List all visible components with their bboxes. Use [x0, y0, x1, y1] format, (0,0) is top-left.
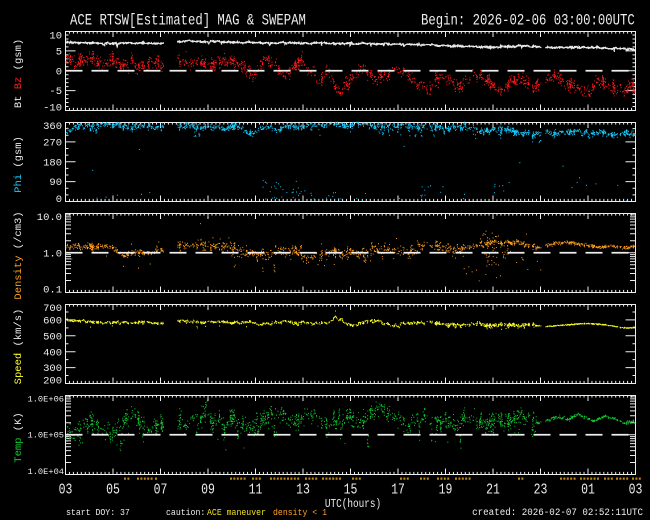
svg-text:03: 03	[629, 481, 643, 498]
svg-text:Begin: 2026-02-06 03:00:00UTC: Begin: 2026-02-06 03:00:00UTC	[421, 12, 635, 30]
svg-text:ACE maneuver: ACE maneuver	[207, 508, 266, 519]
svg-text:13: 13	[296, 481, 310, 498]
svg-text:10: 10	[49, 31, 62, 43]
svg-text:270: 270	[43, 137, 62, 149]
svg-text:11: 11	[249, 481, 263, 498]
svg-text:start DOY: 37: start DOY: 37	[66, 508, 130, 519]
svg-text:Temp (K): Temp (K)	[13, 412, 25, 462]
svg-text:UTC(hours): UTC(hours)	[325, 498, 381, 511]
svg-text:90: 90	[49, 177, 62, 189]
svg-text:5: 5	[56, 46, 62, 58]
svg-text:19: 19	[439, 481, 453, 498]
svg-text:Phi (gsm): Phi (gsm)	[13, 136, 25, 193]
svg-text:400: 400	[43, 347, 62, 359]
svg-text:10.0: 10.0	[37, 212, 62, 224]
svg-text:0: 0	[56, 194, 62, 206]
svg-text:1.0: 1.0	[43, 248, 62, 260]
svg-text:ACE RTSW[Estimated] MAG & SWEP: ACE RTSW[Estimated] MAG & SWEPAM	[70, 12, 306, 30]
svg-text:0.1: 0.1	[43, 285, 62, 297]
svg-text:05: 05	[106, 481, 120, 498]
svg-text:200: 200	[43, 376, 62, 388]
svg-text:17: 17	[391, 481, 405, 498]
svg-text:700: 700	[43, 303, 62, 315]
svg-text:caution:: caution:	[166, 508, 205, 519]
svg-text:09: 09	[201, 481, 215, 498]
svg-text:300: 300	[43, 363, 62, 375]
svg-text:03: 03	[59, 481, 73, 498]
svg-text:360: 360	[43, 121, 62, 133]
svg-text:0: 0	[56, 66, 62, 78]
svg-text:Density (/cm3): Density (/cm3)	[13, 211, 25, 299]
svg-text:created: 2026-02-07 02:52:11U: created: 2026-02-07 02:52:11UTC	[472, 507, 643, 519]
svg-text:1.0E+06: 1.0E+06	[28, 395, 65, 405]
svg-text:21: 21	[486, 481, 500, 498]
svg-text:1.0E+05: 1.0E+05	[28, 431, 65, 441]
svg-text:Bt Bz (gsm): Bt Bz (gsm)	[13, 39, 25, 108]
svg-text:600: 600	[43, 316, 62, 328]
svg-text:07: 07	[154, 481, 168, 498]
svg-text:500: 500	[43, 331, 62, 343]
svg-text:15: 15	[344, 481, 358, 498]
svg-text:Speed (km/s): Speed (km/s)	[13, 309, 25, 385]
svg-text:1.0E+04: 1.0E+04	[28, 467, 65, 477]
svg-text:01: 01	[581, 481, 595, 498]
svg-text:density < 1: density < 1	[273, 508, 327, 519]
svg-text:-5: -5	[49, 86, 62, 98]
svg-text:180: 180	[43, 157, 62, 169]
svg-text:23: 23	[534, 481, 548, 498]
svg-text:-10: -10	[43, 103, 62, 115]
